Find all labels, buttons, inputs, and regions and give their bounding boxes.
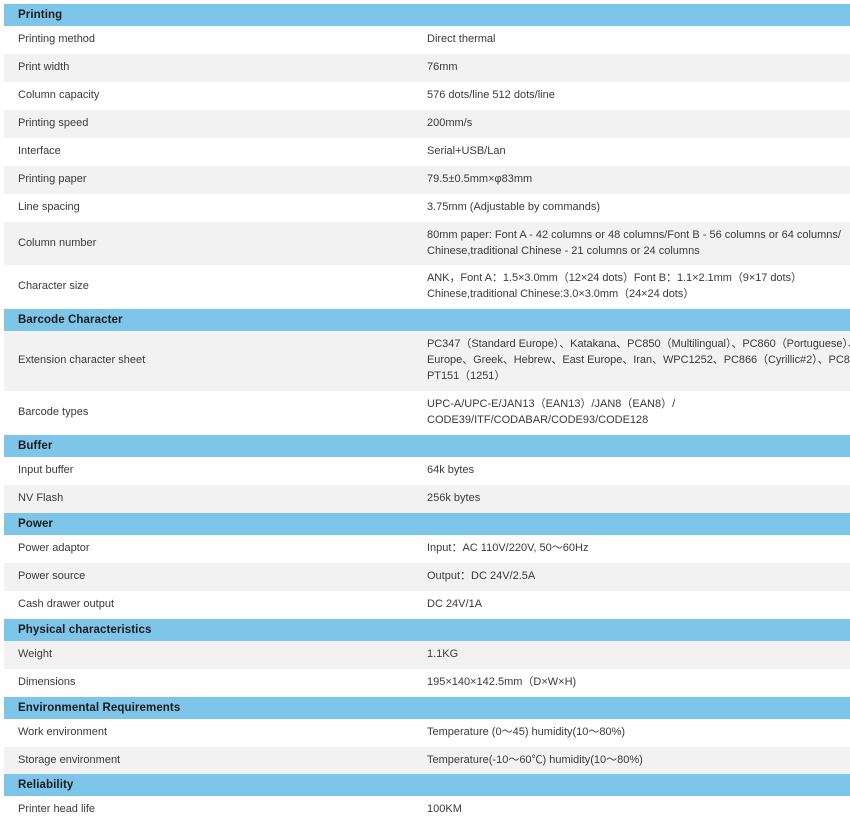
spec-value: 1.1KG bbox=[427, 640, 850, 669]
spec-label: Extension character sheet bbox=[4, 331, 427, 392]
section-header-barcode-character: Barcode Character bbox=[4, 309, 850, 332]
spec-label: Work environment bbox=[4, 718, 427, 747]
section-header-row: Physical characteristics bbox=[4, 618, 850, 641]
section-header-row: Power bbox=[4, 512, 850, 535]
table-row: Printer head life 100KM bbox=[4, 796, 850, 824]
section-header-row: Buffer bbox=[4, 435, 850, 457]
spec-value-line: Europe、Greek、Hebrew、East Europe、Iran、WPC… bbox=[427, 354, 850, 367]
spec-label: Line spacing bbox=[4, 193, 427, 222]
section-header-physical-characteristics: Physical characteristics bbox=[4, 618, 850, 641]
table-row: Work environment Temperature (0～45) humi… bbox=[4, 718, 850, 747]
table-row: Cash drawer output DC 24V/1A bbox=[4, 590, 850, 619]
spec-value-line: 80mm paper: Font A - 42 columns or 48 co… bbox=[427, 228, 841, 241]
spec-value: 3.75mm (Adjustable by commands) bbox=[427, 193, 850, 222]
table-row: NV Flash 256k bytes bbox=[4, 484, 850, 513]
spec-value-line: Chinese,traditional Chinese - 21 columns… bbox=[427, 244, 700, 257]
table-row: Column capacity 576 dots/line 512 dots/l… bbox=[4, 81, 850, 110]
table-row: Storage environment Temperature(-10～60℃)… bbox=[4, 746, 850, 775]
spec-label: Storage environment bbox=[4, 746, 427, 775]
spec-label: Power adaptor bbox=[4, 534, 427, 563]
table-row: Barcode types UPC-A/UPC-E/JAN13（EAN13）/J… bbox=[4, 391, 850, 435]
section-header-row: Reliability bbox=[4, 774, 850, 797]
spec-value: 76mm bbox=[427, 53, 850, 82]
table-row: Character size ANK，Font A：1.5×3.0mm（12×2… bbox=[4, 265, 850, 310]
spec-value: 195×140×142.5mm（D×W×H) bbox=[427, 668, 850, 697]
table-row: Weight 1.1KG bbox=[4, 640, 850, 669]
spec-label: Weight bbox=[4, 640, 427, 669]
spec-value: Serial+USB/Lan bbox=[427, 137, 850, 166]
spec-value-line: PT151（1251） bbox=[427, 370, 506, 383]
spec-value: Output：DC 24V/2.5A bbox=[427, 562, 850, 591]
table-row: Power source Output：DC 24V/2.5A bbox=[4, 562, 850, 591]
spec-value: 80mm paper: Font A - 42 columns or 48 co… bbox=[427, 221, 850, 266]
spec-label: Print width bbox=[4, 53, 427, 82]
table-row: Interface Serial+USB/Lan bbox=[4, 137, 850, 166]
spec-value-line: PC347（Standard Europe）、Katakana、PC850（Mu… bbox=[427, 338, 850, 351]
spec-value: Input：AC 110V/220V, 50～60Hz bbox=[427, 534, 850, 563]
spec-label: Printer head life bbox=[4, 796, 427, 824]
spec-label: Input buffer bbox=[4, 457, 427, 485]
table-row: Line spacing 3.75mm (Adjustable by comma… bbox=[4, 193, 850, 222]
spec-label: Character size bbox=[4, 265, 427, 310]
table-row: Column number 80mm paper: Font A - 42 co… bbox=[4, 221, 850, 266]
table-row: Printing speed 200mm/s bbox=[4, 109, 850, 138]
section-header-power: Power bbox=[4, 512, 850, 535]
table-row: Dimensions 195×140×142.5mm（D×W×H) bbox=[4, 668, 850, 697]
specification-table-body: Printing Printing method Direct thermal … bbox=[4, 4, 850, 824]
spec-label: Dimensions bbox=[4, 668, 427, 697]
spec-value: Direct thermal bbox=[427, 26, 850, 54]
spec-label: Power source bbox=[4, 562, 427, 591]
table-row: Print width 76mm bbox=[4, 53, 850, 82]
spec-value: 64k bytes bbox=[427, 457, 850, 485]
section-header-row: Environmental Requirements bbox=[4, 696, 850, 719]
spec-label: Barcode types bbox=[4, 391, 427, 435]
table-row: Power adaptor Input：AC 110V/220V, 50～60H… bbox=[4, 534, 850, 563]
section-header-environmental-requirements: Environmental Requirements bbox=[4, 696, 850, 719]
spec-value: ANK，Font A：1.5×3.0mm（12×24 dots）Font B：1… bbox=[427, 265, 850, 310]
spec-label: Printing method bbox=[4, 26, 427, 54]
section-header-printing: Printing bbox=[4, 4, 850, 26]
spec-label: Printing paper bbox=[4, 165, 427, 194]
spec-value: 79.5±0.5mm×φ83mm bbox=[427, 165, 850, 194]
spec-label: Column number bbox=[4, 221, 427, 266]
specification-sheet: Printing Printing method Direct thermal … bbox=[0, 0, 850, 824]
spec-value: 576 dots/line 512 dots/line bbox=[427, 81, 850, 110]
spec-label: Column capacity bbox=[4, 81, 427, 110]
spec-value: Temperature (0～45) humidity(10～80%) bbox=[427, 718, 850, 747]
section-header-row: Printing bbox=[4, 4, 850, 26]
table-row: Extension character sheet PC347（Standard… bbox=[4, 331, 850, 392]
section-header-reliability: Reliability bbox=[4, 774, 850, 797]
spec-value: DC 24V/1A bbox=[427, 590, 850, 619]
spec-label: NV Flash bbox=[4, 484, 427, 513]
spec-label: Cash drawer output bbox=[4, 590, 427, 619]
spec-label: Printing speed bbox=[4, 109, 427, 138]
spec-value: Temperature(-10～60℃) humidity(10～80%) bbox=[427, 746, 850, 775]
table-row: Printing paper 79.5±0.5mm×φ83mm bbox=[4, 165, 850, 194]
spec-value: 200mm/s bbox=[427, 109, 850, 138]
section-header-row: Barcode Character bbox=[4, 309, 850, 332]
section-header-buffer: Buffer bbox=[4, 435, 850, 457]
specification-table: Printing Printing method Direct thermal … bbox=[4, 4, 850, 824]
table-row: Input buffer 64k bytes bbox=[4, 457, 850, 485]
spec-label: Interface bbox=[4, 137, 427, 166]
spec-value: UPC-A/UPC-E/JAN13（EAN13）/JAN8（EAN8）/ COD… bbox=[427, 391, 850, 435]
spec-value: 100KM bbox=[427, 796, 850, 824]
spec-value: PC347（Standard Europe）、Katakana、PC850（Mu… bbox=[427, 331, 850, 392]
spec-value: 256k bytes bbox=[427, 484, 850, 513]
table-row: Printing method Direct thermal bbox=[4, 26, 850, 54]
